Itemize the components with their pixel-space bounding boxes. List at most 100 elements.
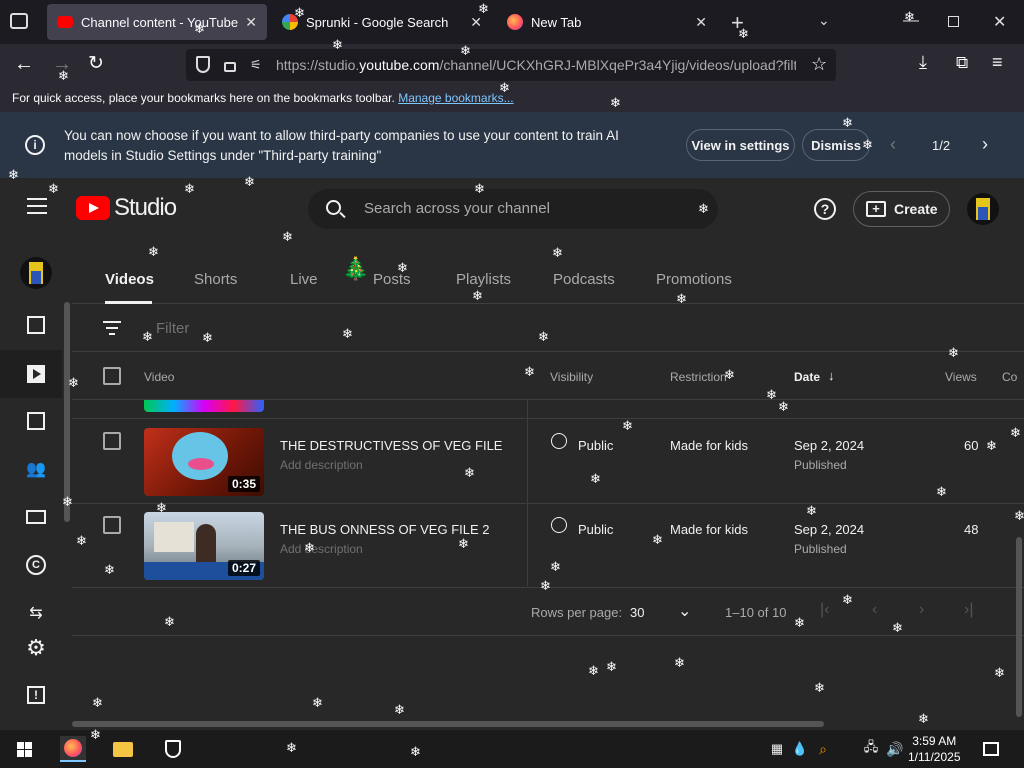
filter-bar[interactable]: Filter (72, 304, 1024, 352)
account-avatar[interactable] (967, 193, 999, 225)
visibility-value[interactable]: Public (578, 522, 613, 537)
downloads-icon[interactable]: ⤓ (919, 52, 927, 73)
view-in-settings-button[interactable]: View in settings (686, 129, 795, 161)
help-icon[interactable]: ? (814, 198, 836, 220)
minimize-icon[interactable]: — (903, 12, 919, 30)
firefox-favicon-icon (507, 14, 523, 30)
sort-down-arrow-icon[interactable]: ↓ (828, 368, 835, 383)
chevron-down-icon[interactable]: ⌄ (678, 601, 691, 621)
next-page-icon[interactable]: › (919, 601, 924, 619)
network-icon[interactable]: 🖧 (858, 736, 884, 762)
tab-podcasts[interactable]: Podcasts (553, 271, 615, 288)
subtitles-icon[interactable] (18, 499, 54, 535)
video-title[interactable]: THE BUS ONNESS OF VEG FILE 2 (280, 522, 490, 537)
create-button[interactable]: + Create (853, 191, 950, 227)
video-thumbnail[interactable]: 0:35 (144, 428, 264, 496)
dashboard-icon[interactable] (18, 307, 54, 343)
ai-training-notice: i You can now choose if you want to allo… (0, 112, 1024, 178)
next-notice-icon[interactable]: › (982, 134, 988, 155)
tab-overview-icon[interactable] (10, 13, 28, 29)
analytics-icon[interactable] (18, 403, 54, 439)
settings-gear-icon[interactable]: ⚙ (18, 630, 54, 666)
menu-hamburger-icon[interactable]: ≡ (992, 52, 1003, 73)
volume-icon[interactable]: 🔊 (882, 736, 908, 762)
back-arrow-icon[interactable]: ← (14, 53, 34, 76)
select-all-checkbox[interactable] (103, 367, 121, 385)
header-restrictions[interactable]: Restriction (670, 370, 727, 384)
content-icon[interactable] (18, 356, 54, 392)
bookmark-star-icon[interactable]: ☆ (811, 54, 827, 75)
tab-shorts[interactable]: Shorts (194, 271, 237, 288)
first-page-icon[interactable]: |‹ (820, 601, 829, 619)
header-date[interactable]: Date (794, 370, 820, 384)
prev-notice-icon[interactable]: ‹ (890, 134, 896, 155)
publish-status: Published (794, 542, 847, 556)
video-description[interactable]: Add description (280, 542, 363, 556)
row-checkbox[interactable] (103, 432, 121, 450)
tab-sprunki-search[interactable]: Sprunki - Google Search ✕ (272, 4, 492, 40)
last-page-icon[interactable]: ›| (964, 601, 973, 619)
tab-channel-content[interactable]: Channel content - YouTube Studio ✕ (47, 4, 267, 40)
tab-live[interactable]: Live (290, 271, 318, 288)
partial-video-thumbnail[interactable] (144, 400, 264, 412)
feedback-icon[interactable]: ! (18, 677, 54, 713)
horizontal-scrollbar[interactable] (72, 721, 824, 727)
dismiss-button[interactable]: Dismiss (802, 129, 870, 161)
header-video: Video (144, 370, 175, 384)
tab-posts[interactable]: Posts (373, 271, 411, 288)
windows-start-icon[interactable] (11, 736, 37, 762)
tab-videos[interactable]: Videos (105, 271, 154, 288)
earn-icon[interactable]: ⇆ (18, 595, 54, 631)
new-tab-plus-icon[interactable]: + (731, 10, 744, 36)
community-icon[interactable]: 👥 (18, 451, 54, 487)
copyright-icon[interactable]: C (18, 547, 54, 583)
visibility-value[interactable]: Public (578, 438, 613, 453)
search-tray-icon[interactable]: ⌕ (810, 736, 836, 762)
studio-logo[interactable]: Studio (76, 194, 177, 222)
hamburger-menu-icon[interactable] (27, 198, 47, 214)
channel-avatar[interactable] (20, 257, 52, 289)
lock-icon[interactable] (224, 62, 236, 72)
channel-search-input[interactable]: Search across your channel (308, 189, 718, 229)
security-shield-icon[interactable] (160, 736, 186, 762)
bookmarks-toolbar: For quick access, place your bookmarks h… (0, 86, 1024, 112)
firefox-taskbar-icon[interactable] (60, 736, 86, 762)
close-tab-icon[interactable]: ✕ (470, 14, 482, 31)
notifications-icon[interactable] (978, 736, 1004, 762)
sidebar-scrollbar[interactable] (64, 302, 70, 522)
shield-icon[interactable] (196, 56, 210, 73)
prev-page-icon[interactable]: ‹ (872, 601, 877, 619)
tab-promotions[interactable]: Promotions (656, 271, 732, 288)
filter-icon[interactable] (103, 321, 121, 323)
restriction-value: Made for kids (670, 522, 749, 537)
table-row[interactable]: 0:35 THE DESTRUCTIVESS OF VEG FILE Add d… (72, 420, 1024, 504)
header-views[interactable]: Views (945, 370, 977, 384)
christmas-tree-icon: 🎄 (342, 256, 370, 281)
google-favicon-icon (282, 14, 298, 30)
extensions-icon[interactable]: ⧉ (956, 53, 968, 73)
video-title[interactable]: THE DESTRUCTIVESS OF VEG FILE (280, 438, 502, 453)
tab-playlists[interactable]: Playlists (456, 271, 511, 288)
rows-per-page-select[interactable]: 30 (630, 605, 644, 620)
tab-new-tab[interactable]: New Tab ✕ (497, 4, 717, 40)
table-row[interactable]: 0:27 THE BUS ONNESS OF VEG FILE 2 Add de… (72, 504, 1024, 588)
permissions-icon[interactable]: ⚟ (250, 57, 262, 73)
video-duration: 0:35 (227, 476, 260, 492)
header-visibility[interactable]: Visibility (550, 370, 593, 384)
row-checkbox[interactable] (103, 516, 121, 534)
list-tabs-chevron-icon[interactable]: ⌄ (818, 12, 830, 29)
video-description[interactable]: Add description (280, 458, 363, 472)
restore-icon[interactable] (948, 16, 959, 27)
header-comments[interactable]: Co (1002, 370, 1017, 384)
url-bar[interactable]: ⚟ https://studio.youtube.com/channel/UCK… (186, 49, 836, 81)
forward-arrow-icon[interactable]: → (52, 53, 72, 76)
main-scrollbar[interactable] (1016, 537, 1022, 717)
reload-icon[interactable]: ↻ (88, 52, 104, 75)
taskbar-clock[interactable]: 3:59 AM 1/11/2025 (908, 733, 961, 765)
close-tab-icon[interactable]: ✕ (245, 14, 257, 31)
file-explorer-icon[interactable] (110, 736, 136, 762)
video-thumbnail[interactable]: 0:27 (144, 512, 264, 580)
close-tab-icon[interactable]: ✕ (695, 14, 707, 31)
manage-bookmarks-link[interactable]: Manage bookmarks... (398, 91, 513, 105)
close-window-icon[interactable]: ✕ (993, 12, 1006, 32)
